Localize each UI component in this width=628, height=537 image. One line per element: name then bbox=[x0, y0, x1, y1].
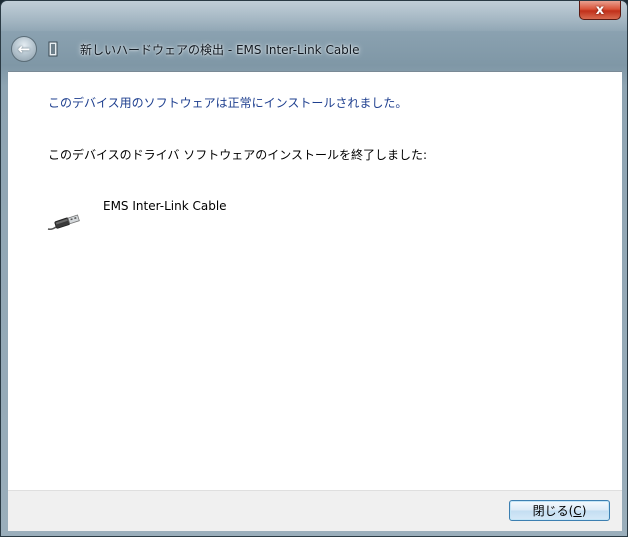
wizard-window: x ← 新しいハードウェアの検出 - EMS Inter-Link Cable … bbox=[0, 0, 628, 537]
close-label-suffix: ) bbox=[581, 503, 587, 518]
success-heading: このデバイス用のソフトウェアは正常にインストールされました。 bbox=[48, 96, 408, 110]
close-label-mnemonic: C bbox=[573, 503, 582, 518]
window-close-button[interactable]: x bbox=[579, 1, 621, 20]
back-arrow-icon: ← bbox=[17, 40, 31, 58]
device-name: EMS Inter-Link Cable bbox=[103, 199, 227, 213]
usb-cable-icon bbox=[47, 214, 80, 231]
footer-bar: 閉じる(C) bbox=[8, 490, 622, 531]
close-icon: x bbox=[595, 2, 605, 18]
close-dialog-button[interactable]: 閉じる(C) bbox=[509, 500, 610, 521]
back-button[interactable]: ← bbox=[11, 36, 37, 62]
close-label-prefix: 閉じる( bbox=[532, 504, 574, 518]
window-title: 新しいハードウェアの検出 - EMS Inter-Link Cable bbox=[80, 43, 360, 57]
install-description: このデバイスのドライバ ソフトウェアのインストールを終了しました: bbox=[48, 148, 428, 162]
content-area: このデバイス用のソフトウェアは正常にインストールされました。 このデバイスのドラ… bbox=[8, 71, 622, 490]
device-manager-icon bbox=[48, 41, 58, 57]
